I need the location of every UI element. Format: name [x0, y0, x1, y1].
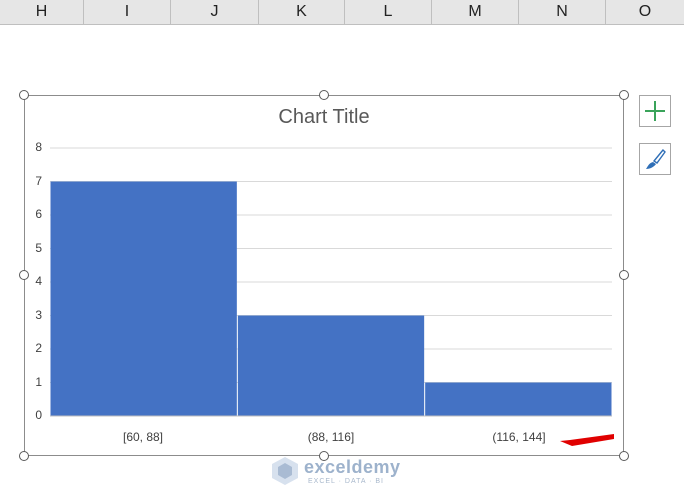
y-tick-label: 5: [35, 240, 42, 255]
plot-area[interactable]: [0, 0, 684, 503]
y-tick-label: 1: [35, 374, 42, 389]
histogram-bar[interactable]: [237, 315, 425, 417]
y-tick-label: 8: [35, 140, 42, 154]
y-tick-label: 0: [35, 408, 42, 422]
x-tick-label: [60, 88]: [122, 430, 164, 444]
y-tick-label: 4: [35, 274, 42, 288]
exceldemy-watermark: exceldemy EXCEL · DATA · BI: [270, 455, 430, 487]
y-tick-label: 7: [35, 173, 42, 188]
histogram-bar[interactable]: [50, 181, 237, 417]
x-tick-label: (88, 116]: [307, 430, 355, 444]
y-tick-label: 3: [35, 307, 42, 322]
y-tick-label: 2: [35, 341, 42, 355]
histogram-bar[interactable]: [425, 382, 612, 417]
y-tick-label: 6: [35, 207, 42, 221]
exceldemy-logo-icon: [272, 457, 298, 485]
watermark-tagline: EXCEL · DATA · BI: [308, 478, 384, 485]
watermark-name: exceldemy: [304, 457, 401, 477]
bar-series: [50, 181, 612, 417]
x-tick-label: (116, 144]: [492, 430, 546, 444]
